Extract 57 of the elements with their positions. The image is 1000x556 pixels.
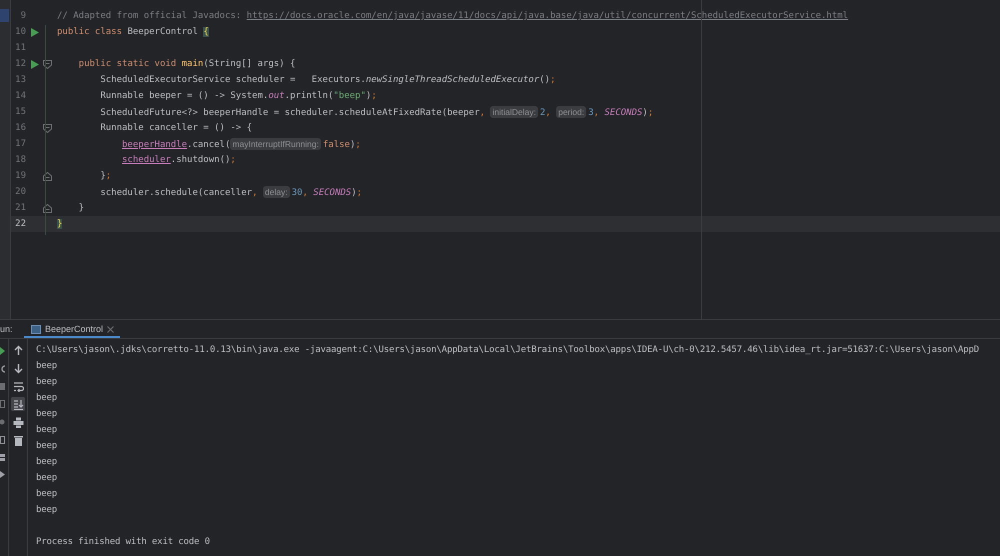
line-number: 19 <box>14 171 26 181</box>
line-number: 10 <box>14 27 26 37</box>
code-line: public static void main(String[] args) { <box>78 59 296 69</box>
code-line: beeperHandle.cancel( mayInterruptIfRunning: false); <box>122 138 361 150</box>
code-line: scheduler.shutdown(); <box>122 155 236 165</box>
console-line: beep <box>36 376 58 389</box>
run-icon[interactable] <box>30 28 38 36</box>
fold-icon[interactable] <box>43 172 52 180</box>
run-icon[interactable] <box>30 60 38 68</box>
close-icon[interactable] <box>107 326 114 332</box>
scroll-to-end-icon[interactable] <box>11 397 25 411</box>
console-line: beep <box>36 392 58 405</box>
line-number: 17 <box>14 139 26 149</box>
run-icon[interactable] <box>0 347 5 355</box>
fold-icon[interactable] <box>43 60 52 68</box>
code-line: } <box>78 203 84 213</box>
console-line: beep <box>36 488 58 501</box>
console-icon <box>31 324 41 334</box>
console-line: beep <box>36 504 58 517</box>
layout-icon[interactable] <box>0 400 5 408</box>
line-number: 13 <box>14 75 26 85</box>
rerun-icon[interactable] <box>0 365 5 373</box>
line-number: 18 <box>14 155 26 165</box>
line-number: 21 <box>14 203 26 213</box>
line-number: 12 <box>14 59 26 69</box>
code-line: }; <box>100 171 112 181</box>
line-number: 15 <box>14 107 26 117</box>
line-number: 14 <box>14 91 26 101</box>
code-line: public class BeeperControl { <box>57 27 209 37</box>
printer-icon[interactable] <box>11 415 25 429</box>
fold-icon[interactable] <box>43 124 52 132</box>
layout-icon[interactable] <box>0 454 5 461</box>
console-line: C:\Users\jason\.jdks\corretto-11.0.13\bin\java.exe -javaagent:C:\Users\jason\AppData\Local\JetBrains\Toolbox\apps\IDEA-U\ch-0\212.5457.46\lib\idea_rt.jar=51637:C:\Users\jason\AppD <box>36 344 980 357</box>
trash-icon[interactable] <box>11 433 25 447</box>
run-tab[interactable]: BeeperControl <box>24 320 120 338</box>
fold-icon[interactable] <box>43 204 52 212</box>
code-line: Runnable beeper = () -> System.out.println("beep"); <box>100 91 377 101</box>
code-line: ScheduledExecutorService scheduler = Executors.newSingleThreadScheduledExecutor(); <box>100 75 556 85</box>
console-line: Process finished with exit code 0 <box>36 536 211 549</box>
console-line: beep <box>36 456 58 469</box>
line-number: 22 <box>14 219 26 229</box>
line-number: 16 <box>14 123 26 133</box>
console-line: beep <box>36 440 58 453</box>
code-line: // Adapted from official Javadocs: https://docs.oracle.com/en/java/javase/11/docs/api/java.base/java/util/concurrent/ScheduledExecutorService.html <box>57 11 848 21</box>
arrow-icon[interactable] <box>0 471 5 478</box>
console-line: beep <box>36 360 58 373</box>
code-link[interactable]: https://docs.oracle.com/en/java/javase/11/docs/api/java.base/java/util/concurrent/ScheduledExecutorService.html <box>246 11 848 21</box>
code-line: scheduler.schedule(canceller, delay: 30, SECONDS); <box>100 186 362 198</box>
line-number: 20 <box>14 187 26 197</box>
code-line: ScheduledFuture<?> beeperHandle = scheduler.scheduleAtFixedRate(beeper, initialDelay: 2, period: 3, SECONDS); <box>100 106 654 118</box>
code-line: Runnable canceller = () -> { <box>100 123 252 133</box>
line-number: 11 <box>14 43 26 53</box>
line-number: 9 <box>20 11 26 21</box>
console-line: beep <box>36 408 58 421</box>
console-line: beep <box>36 424 58 437</box>
console-line: beep <box>36 472 58 485</box>
panel-label: un: <box>0 323 12 336</box>
